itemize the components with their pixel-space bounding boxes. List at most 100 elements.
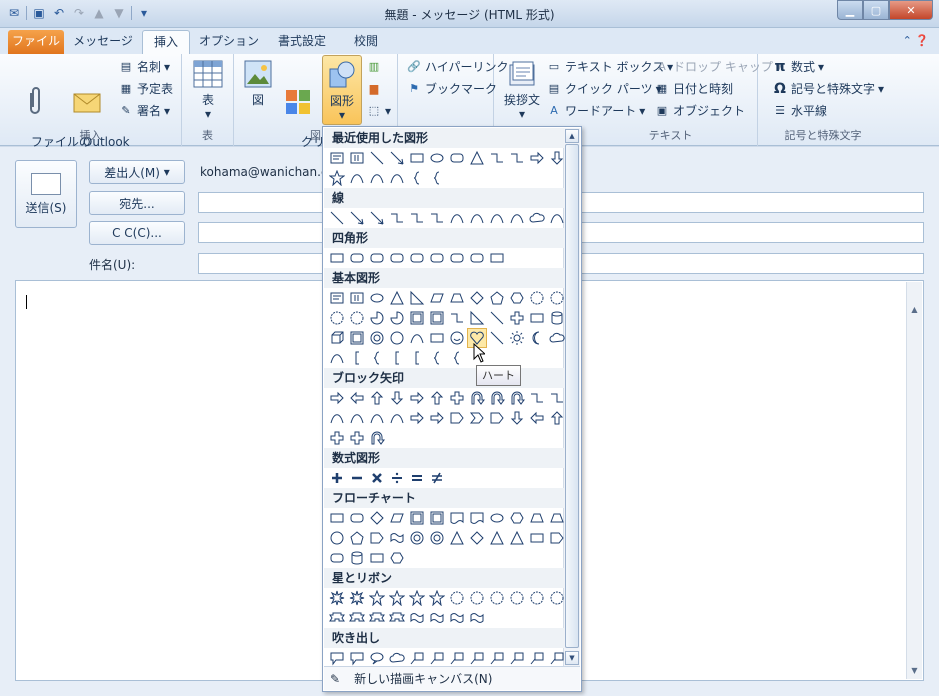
rrect-shape-icon[interactable] (347, 248, 367, 268)
trap-shape-icon[interactable] (527, 508, 547, 528)
table-button[interactable]: 表 ▾ (190, 58, 226, 121)
rrect-shape-icon[interactable] (367, 248, 387, 268)
signature-button[interactable]: ✎ 署名 ▾ (118, 101, 170, 121)
wave-shape-icon[interactable] (427, 608, 447, 628)
cross-shape-icon[interactable] (327, 428, 347, 448)
minimize-button[interactable]: ▁ (837, 0, 863, 20)
elbow-shape-icon[interactable] (547, 388, 567, 408)
diamond-shape-icon[interactable] (467, 528, 487, 548)
object-button[interactable]: ▣ オブジェクト (654, 101, 745, 121)
rarrow-shape-icon[interactable] (427, 408, 447, 428)
rarrow-shape-icon[interactable] (407, 408, 427, 428)
trap-shape-icon[interactable] (547, 508, 567, 528)
bracket-shape-icon[interactable] (407, 348, 427, 368)
curve-shape-icon[interactable] (487, 208, 507, 228)
scroll-up-icon[interactable]: ▲ (565, 129, 579, 143)
elbow-shape-icon[interactable] (387, 208, 407, 228)
tab-file[interactable]: ファイル (8, 30, 64, 54)
curve-shape-icon[interactable] (387, 168, 407, 188)
cross-shape-icon[interactable] (347, 428, 367, 448)
close-button[interactable]: ✕ (889, 0, 933, 20)
chevron-shape-icon[interactable] (467, 408, 487, 428)
tab-insert[interactable]: 挿入 (142, 30, 190, 54)
uturn-shape-icon[interactable] (487, 388, 507, 408)
smartart-button[interactable]: ▥ (366, 57, 382, 77)
rrect-shape-icon[interactable] (447, 248, 467, 268)
homeplate-shape-icon[interactable] (547, 528, 567, 548)
brace-shape-icon[interactable] (427, 168, 447, 188)
uturn-shape-icon[interactable] (467, 388, 487, 408)
bookmark-button[interactable]: ⚑ ブックマーク (406, 79, 497, 99)
diamond-shape-icon[interactable] (367, 508, 387, 528)
rarrow-shape-icon[interactable] (527, 148, 547, 168)
elbow-shape-icon[interactable] (487, 148, 507, 168)
date-time-button[interactable]: ▦ 日付と時刻 (654, 79, 733, 99)
seal-shape-icon[interactable] (467, 588, 487, 608)
larrow-shape-icon[interactable] (527, 408, 547, 428)
scroll-up-icon[interactable]: ▲ (907, 302, 922, 318)
seal-shape-icon[interactable] (547, 288, 567, 308)
uturn-shape-icon[interactable] (507, 388, 527, 408)
minus-shape-icon[interactable] (347, 468, 367, 488)
seal-shape-icon[interactable] (347, 308, 367, 328)
curve-shape-icon[interactable] (507, 208, 527, 228)
calendar-button[interactable]: ▦ 予定表 (118, 79, 173, 99)
seal-shape-icon[interactable] (447, 588, 467, 608)
wave-shape-icon[interactable] (407, 608, 427, 628)
elbow-shape-icon[interactable] (427, 208, 447, 228)
pie-shape-icon[interactable] (367, 308, 387, 328)
tab-format[interactable]: 書式設定 (268, 30, 336, 54)
elbow-shape-icon[interactable] (407, 208, 427, 228)
seal-shape-icon[interactable] (527, 288, 547, 308)
ribbon-shape-icon[interactable] (387, 608, 407, 628)
doc-shape-icon[interactable] (447, 508, 467, 528)
curve-shape-icon[interactable] (447, 208, 467, 228)
rtri-shape-icon[interactable] (467, 308, 487, 328)
darrow-shape-icon[interactable] (547, 148, 567, 168)
send-button[interactable]: 送信(S) (15, 160, 77, 228)
lcallout-shape-icon[interactable] (487, 648, 507, 668)
brace-shape-icon[interactable] (447, 348, 467, 368)
line-shape-icon[interactable] (487, 328, 507, 348)
curve-shape-icon[interactable] (547, 208, 567, 228)
curve-shape-icon[interactable] (347, 168, 367, 188)
curve-shape-icon[interactable] (327, 348, 347, 368)
rrect-shape-icon[interactable] (387, 248, 407, 268)
cloud-shape-icon[interactable] (387, 648, 407, 668)
seal-shape-icon[interactable] (507, 588, 527, 608)
lcallout-shape-icon[interactable] (407, 648, 427, 668)
oval-shape-icon[interactable] (367, 288, 387, 308)
curve-shape-icon[interactable] (367, 408, 387, 428)
seal-shape-icon[interactable] (487, 588, 507, 608)
notequal-shape-icon[interactable] (427, 468, 447, 488)
uarrow-shape-icon[interactable] (367, 388, 387, 408)
donut-shape-icon[interactable] (427, 528, 447, 548)
symbol-button[interactable]: Ω 記号と特殊文字 ▾ (772, 79, 884, 99)
curve-shape-icon[interactable] (327, 408, 347, 428)
tab-options[interactable]: オプション (196, 30, 262, 54)
maximize-button[interactable]: ▢ (863, 0, 889, 20)
scroll-down-icon[interactable]: ▼ (565, 651, 579, 665)
smile-shape-icon[interactable] (447, 328, 467, 348)
cloud-shape-icon[interactable] (527, 208, 547, 228)
tab-review[interactable]: 校閲 (342, 30, 390, 54)
star-shape-icon[interactable] (327, 168, 347, 188)
textbox-shape-icon[interactable] (327, 288, 347, 308)
cloud-shape-icon[interactable] (547, 328, 567, 348)
hex-shape-icon[interactable] (507, 288, 527, 308)
wordart-button[interactable]: A ワードアート ▾ (546, 101, 645, 121)
arrowline-shape-icon[interactable] (387, 148, 407, 168)
scroll-thumb[interactable] (565, 144, 579, 648)
brace-shape-icon[interactable] (367, 348, 387, 368)
rarrow-shape-icon[interactable] (407, 388, 427, 408)
ribbon-shape-icon[interactable] (367, 608, 387, 628)
body-scrollbar[interactable]: ▲ ▼ (906, 282, 922, 679)
rect-shape-icon[interactable] (407, 148, 427, 168)
frame-shape-icon[interactable] (407, 308, 427, 328)
bracket-shape-icon[interactable] (347, 348, 367, 368)
cc-button[interactable]: C C(C)... (89, 221, 185, 245)
circle-shape-icon[interactable] (387, 328, 407, 348)
tri-shape-icon[interactable] (507, 528, 527, 548)
trap-shape-icon[interactable] (447, 288, 467, 308)
seal-shape-icon[interactable] (327, 308, 347, 328)
